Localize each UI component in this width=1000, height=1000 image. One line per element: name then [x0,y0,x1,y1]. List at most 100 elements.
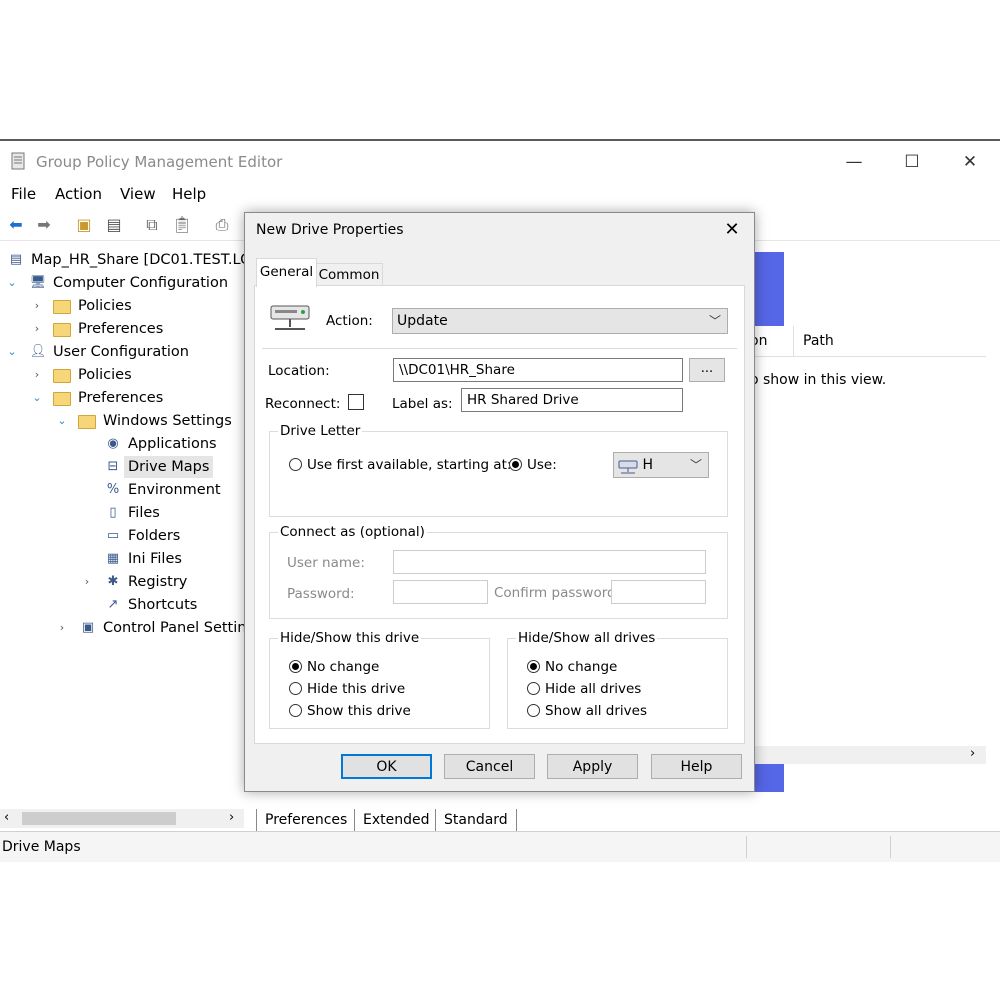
password-input[interactable] [393,580,488,604]
use-first-available-radio[interactable] [289,458,302,471]
show-this-drive-label[interactable]: Show this drive [307,703,411,719]
show-this-drive-radio[interactable] [289,704,302,717]
location-label: Location: [268,363,330,379]
tree-item[interactable]: › ▣ Control Panel Setting [0,617,244,639]
help-button[interactable]: Help [651,754,742,779]
tree-item-label: Shortcuts [128,597,198,613]
drive-no-change-label[interactable]: No change [307,659,379,675]
connect-as-group: Connect as (optional) User name: Passwor… [269,524,728,619]
close-button[interactable]: ✕ [952,149,988,175]
scroll-right-icon[interactable]: › [229,810,234,825]
chevron-right-icon[interactable]: › [31,295,43,317]
menu-action[interactable]: Action [55,185,102,203]
hide-show-all-group: Hide/Show all drives No change Hide all … [507,630,728,729]
chevron-right-icon[interactable]: › [56,617,68,639]
all-no-change-label[interactable]: No change [545,659,617,675]
tree-item-label: Ini Files [128,551,182,567]
chevron-right-icon[interactable]: › [31,364,43,386]
list-horizontal-scrollbar[interactable]: › [752,746,986,764]
tree-item[interactable]: › ✱ Registry [0,571,244,593]
folder-icon [53,369,71,383]
show-hide-tree-icon[interactable]: ▤ [103,214,125,236]
minimize-button[interactable]: — [836,149,872,175]
list-scroll-right-icon[interactable]: › [970,746,975,761]
back-icon[interactable]: ⬅ [5,214,27,236]
use-letter-radio[interactable] [509,458,522,471]
chevron-down-icon[interactable]: ⌄ [6,341,18,363]
hide-all-drives-label[interactable]: Hide all drives [545,681,641,697]
cancel-button[interactable]: Cancel [444,754,535,779]
tree-item[interactable]: › Preferences [0,318,244,340]
tree-item[interactable]: ⊟ Drive Maps [0,456,244,478]
ok-button[interactable]: OK [341,754,432,779]
label-as-input[interactable]: HR Shared Drive [461,388,683,412]
print-icon[interactable]: ⎙ [211,214,233,236]
hide-this-drive-label[interactable]: Hide this drive [307,681,405,697]
maximize-button[interactable]: ☐ [894,149,930,175]
apply-button[interactable]: Apply [547,754,638,779]
tree-item[interactable]: ▤ Map_HR_Share [DC01.TEST.LOC [0,249,244,271]
tree-item[interactable]: ▭ Folders [0,525,244,547]
show-all-drives-label[interactable]: Show all drives [545,703,647,719]
paste-icon[interactable]: 📋︎ [171,214,193,236]
tab-common[interactable]: Common [315,263,383,286]
tree-item[interactable]: ▦ Ini Files [0,548,244,570]
tree-item[interactable]: ⌄ 🖥︎ Computer Configuration [0,272,244,294]
status-text: Drive Maps [2,839,81,855]
scroll-left-icon[interactable]: ‹ [4,810,9,825]
column-path-label[interactable]: Path [803,333,834,349]
tab-extended[interactable]: Extended [354,809,439,832]
chevron-down-icon[interactable]: ⌄ [6,272,18,294]
tree-item-label: Computer Configuration [53,275,229,291]
up-folder-icon[interactable]: ▣ [73,214,95,236]
chevron-down-icon[interactable]: ⌄ [31,387,43,409]
new-drive-properties-dialog: New Drive Properties ✕ General Common Ac… [244,212,755,792]
chevron-right-icon[interactable]: › [31,318,43,340]
scroll-thumb[interactable] [22,812,176,825]
tree-item[interactable]: ⌄ 👤︎ User Configuration [0,341,244,363]
drive-letter-dropdown[interactable]: H ﹀ [613,452,709,478]
drive-letter-group: Drive Letter Use first available, starti… [269,423,728,517]
tree-item[interactable]: ⌄ Windows Settings [0,410,244,432]
tree-item-label: Policies [78,298,132,314]
tab-preferences[interactable]: Preferences [256,809,357,832]
tree-item-label: Windows Settings [103,413,232,429]
confirm-password-input[interactable] [611,580,706,604]
hide-all-drives-radio[interactable] [527,682,540,695]
tab-standard[interactable]: Standard [435,809,517,832]
dialog-close-button[interactable]: ✕ [717,217,747,243]
drive-no-change-radio[interactable] [289,660,302,673]
menu-help[interactable]: Help [172,185,206,203]
forward-icon[interactable]: ➡ [33,214,55,236]
use-letter-label[interactable]: Use: [527,457,557,473]
status-divider [746,836,747,858]
chevron-right-icon[interactable]: › [81,571,93,593]
action-dropdown[interactable]: Update ﹀ [392,308,728,334]
menu-view[interactable]: View [120,185,156,203]
user-name-input[interactable] [393,550,706,574]
hide-this-drive-radio[interactable] [289,682,302,695]
browse-button[interactable]: ... [689,358,725,382]
all-no-change-radio[interactable] [527,660,540,673]
copy-icon[interactable]: ⧉ [141,214,163,236]
tree-item[interactable]: › Policies [0,295,244,317]
tree-item[interactable]: ▯ Files [0,502,244,524]
use-first-available-label[interactable]: Use first available, starting at: [307,457,511,473]
chevron-down-icon[interactable]: ⌄ [56,410,68,432]
location-input[interactable]: \\DC01\HR_Share [393,358,683,382]
tab-general[interactable]: General [256,258,317,287]
general-tab-panel: Action: Update ﹀ Location: \\DC01\HR_Sha… [254,285,745,744]
tree-item[interactable]: ◉ Applications [0,433,244,455]
tree-item[interactable]: ⌄ Preferences [0,387,244,409]
tree-item[interactable]: % Environment [0,479,244,501]
menu-file[interactable]: File [11,185,36,203]
tree-item[interactable]: ↗ Shortcuts [0,594,244,616]
tree-item[interactable]: › Policies [0,364,244,386]
show-all-drives-radio[interactable] [527,704,540,717]
reconnect-checkbox[interactable] [348,394,364,410]
folder-icon [78,415,96,429]
tree-horizontal-scrollbar[interactable]: ‹ › [0,809,244,828]
drive-letter-value: H [642,457,653,473]
separator-line [262,348,737,349]
label-as-label: Label as: [392,396,453,412]
